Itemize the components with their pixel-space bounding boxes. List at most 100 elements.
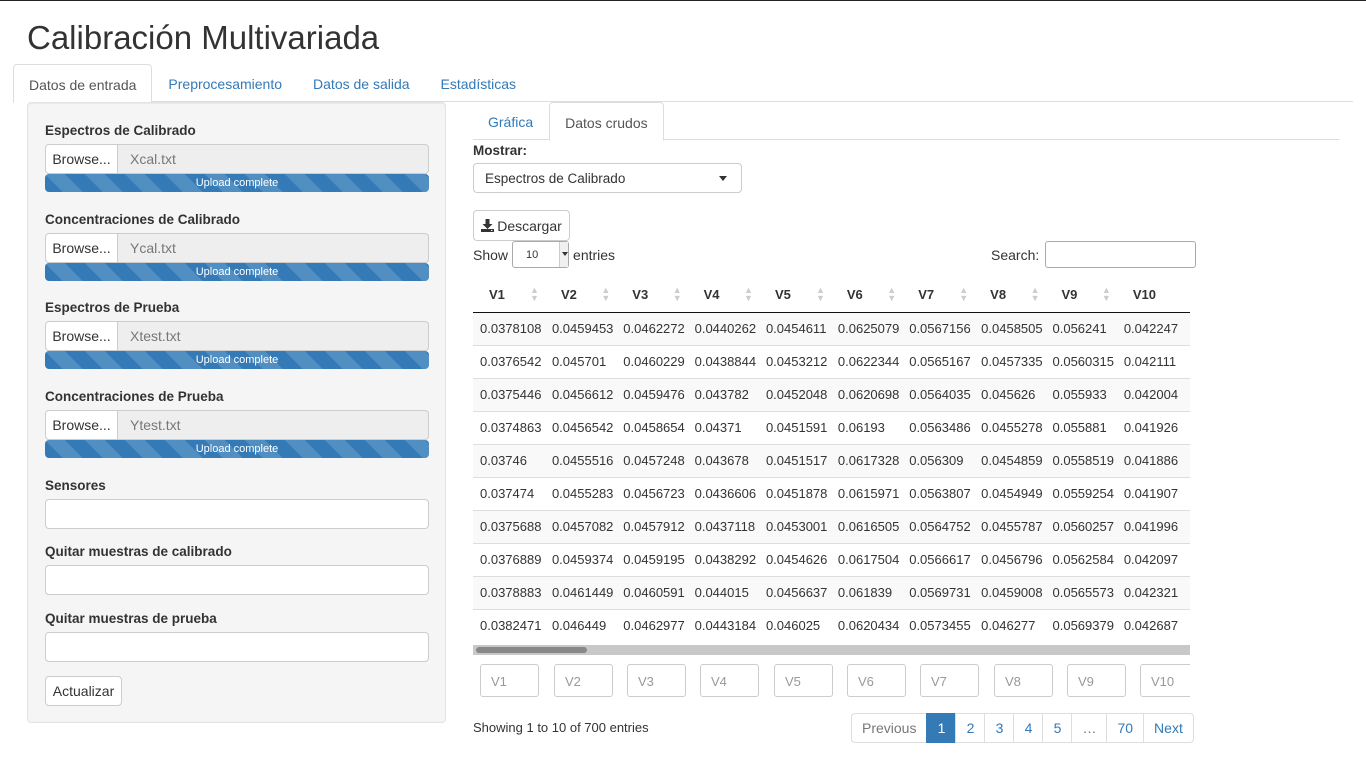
table-cell: 0.0375446 <box>473 377 545 411</box>
column-header[interactable]: V5 ▲ ▼ <box>758 277 831 313</box>
table-cell: 0.0457912 <box>616 509 688 543</box>
column-filter-input[interactable]: V7 <box>920 664 979 697</box>
table-cell: 0.0454626 <box>758 542 831 576</box>
table-cell: 0.0456637 <box>758 575 831 609</box>
column-header[interactable]: V4 ▲ ▼ <box>687 277 759 313</box>
xcal-browse-button[interactable]: Browse... <box>45 144 118 174</box>
update-button[interactable]: Actualizar <box>45 676 122 706</box>
quitar-calibrado-input[interactable] <box>45 565 429 595</box>
table-row[interactable]: 0.03746 0.0455516 0.0457248 0.043678 0.04515… <box>473 443 1190 477</box>
table-cell: 0.0451591 <box>758 410 831 444</box>
main-tabs: Datos de entrada Preprocesamiento Datos … <box>13 64 1353 103</box>
table-row[interactable]: 0.0375688 0.0457082 0.0457912 0.0437118 0.04… <box>473 509 1190 543</box>
tab-estadisticas[interactable]: Estadísticas <box>426 64 531 102</box>
column-header[interactable]: V2 ▲ ▼ <box>544 277 617 313</box>
tab-datos-de-salida[interactable]: Datos de salida <box>298 64 425 102</box>
page-button[interactable]: 5 <box>1042 713 1073 743</box>
table-cell: 0.0453001 <box>758 509 831 543</box>
download-button-label: Descargar <box>497 217 562 234</box>
table-row[interactable]: 0.0374863 0.0456542 0.0458654 0.04371 0.0451… <box>473 410 1190 444</box>
column-header[interactable]: V9 ▲ ▼ <box>1045 277 1117 313</box>
table-cell: 0.0455787 <box>974 509 1046 543</box>
quitar-prueba-input[interactable] <box>45 632 429 662</box>
table-cell: 0.041886 <box>1116 443 1190 477</box>
column-filter-input[interactable]: V8 <box>994 664 1053 697</box>
page-length-select[interactable]: 10 <box>512 241 570 268</box>
table-row[interactable]: 0.037474 0.0455283 0.0456723 0.0436606 0.045… <box>473 476 1190 510</box>
download-button[interactable]: Descargar <box>473 210 570 241</box>
page-button[interactable]: 70 <box>1106 713 1145 743</box>
ycal-browse-button[interactable]: Browse... <box>45 233 118 263</box>
column-filter-input[interactable]: V6 <box>847 664 906 697</box>
page-button[interactable]: 3 <box>984 713 1015 743</box>
previous-page-button[interactable]: Previous <box>851 713 928 743</box>
table-cell: 0.0456612 <box>544 377 617 411</box>
xtest-browse-button[interactable]: Browse... <box>45 321 118 351</box>
tab-datos-crudos[interactable]: Datos crudos <box>549 102 664 141</box>
table-row[interactable]: 0.0376889 0.0459374 0.0459195 0.0438292 0.04… <box>473 542 1190 576</box>
table-row[interactable]: 0.0378883 0.0461449 0.0460591 0.044015 0.045… <box>473 575 1190 609</box>
table-info: Showing 1 to 10 of 700 entries <box>473 720 649 735</box>
page-button[interactable]: 4 <box>1013 713 1044 743</box>
column-header-label: V1 <box>489 286 505 302</box>
column-filter-input[interactable]: V10 <box>1140 664 1190 697</box>
table-cell: 0.0617504 <box>830 542 903 576</box>
column-header[interactable]: V1 ▲ ▼ <box>473 277 545 313</box>
tab-grafica[interactable]: Gráfica <box>473 102 548 140</box>
column-header[interactable]: V10 <box>1116 277 1190 313</box>
ycal-upload-progress: Upload complete <box>45 263 429 281</box>
table-cell: 0.0620698 <box>830 377 903 411</box>
column-header[interactable]: V3 ▲ ▼ <box>616 277 688 313</box>
table-cell: 0.0460229 <box>616 344 688 378</box>
column-header[interactable]: V7 ▲ ▼ <box>902 277 975 313</box>
table-cell: 0.0462977 <box>616 608 688 642</box>
table-cell: 0.0460591 <box>616 575 688 609</box>
column-header[interactable]: V6 ▲ ▼ <box>830 277 903 313</box>
tab-preprocesamiento[interactable]: Preprocesamiento <box>153 64 297 102</box>
table-cell: 0.056309 <box>902 443 975 477</box>
column-filter-input[interactable]: V2 <box>554 664 613 697</box>
table-cell: 0.0382471 <box>473 608 545 642</box>
table-cell: 0.0457248 <box>616 443 688 477</box>
table-cell: 0.0457335 <box>974 344 1046 378</box>
table-cell: 0.056241 <box>1045 312 1117 345</box>
search-input[interactable] <box>1045 241 1197 268</box>
column-header[interactable]: V8 ▲ ▼ <box>974 277 1046 313</box>
table-cell: 0.0376889 <box>473 542 545 576</box>
table-row[interactable]: 0.0375446 0.0456612 0.0459476 0.043782 0.045… <box>473 377 1190 411</box>
column-header-label: V9 <box>1061 286 1078 302</box>
table-cell: 0.0454949 <box>974 476 1046 510</box>
table-cell: 0.0565167 <box>902 344 975 378</box>
table-cell: 0.0622344 <box>830 344 903 378</box>
table-cell: 0.0455278 <box>974 410 1046 444</box>
table-row[interactable]: 0.0378108 0.0459453 0.0462272 0.0440262 0.04… <box>473 312 1190 345</box>
scrollbar-thumb[interactable] <box>476 647 587 653</box>
ytest-upload-progress: Upload complete <box>45 440 429 458</box>
column-filter-input[interactable]: V1 <box>480 664 539 697</box>
page-length-value: 10 <box>526 249 539 261</box>
table-cell: 0.0615971 <box>830 476 903 510</box>
table-cell: 0.045701 <box>544 344 617 378</box>
tab-datos-de-entrada[interactable]: Datos de entrada <box>13 64 153 103</box>
column-filter-input[interactable]: V3 <box>627 664 686 697</box>
page-button[interactable]: 1 <box>926 713 957 743</box>
table-cell: 0.041926 <box>1116 410 1190 444</box>
table-cell: 0.042097 <box>1116 542 1190 576</box>
next-page-button[interactable]: Next <box>1143 713 1194 743</box>
ytest-browse-button[interactable]: Browse... <box>45 410 118 440</box>
sort-both-icon: ▲ ▼ <box>1101 285 1111 303</box>
horizontal-scrollbar[interactable] <box>473 645 1190 655</box>
table-cell: 0.055881 <box>1045 410 1117 444</box>
ycal-label: Concentraciones de Calibrado <box>45 212 241 227</box>
column-filter-input[interactable]: V9 <box>1067 664 1126 697</box>
page-button[interactable]: 2 <box>955 713 986 743</box>
table-row[interactable]: 0.0382471 0.046449 0.0462977 0.0443184 0.046… <box>473 608 1190 642</box>
pagination-ellipsis: … <box>1071 713 1108 743</box>
column-filter-input[interactable]: V4 <box>700 664 759 697</box>
sensores-input[interactable] <box>45 499 429 529</box>
dataset-select[interactable]: Espectros de Calibrado <box>473 163 742 193</box>
column-filter-input[interactable]: V5 <box>774 664 833 697</box>
table-cell: 0.042004 <box>1116 377 1190 411</box>
table-cell: 0.0438844 <box>687 344 759 378</box>
table-row[interactable]: 0.0376542 0.045701 0.0460229 0.0438844 0.045… <box>473 344 1190 378</box>
